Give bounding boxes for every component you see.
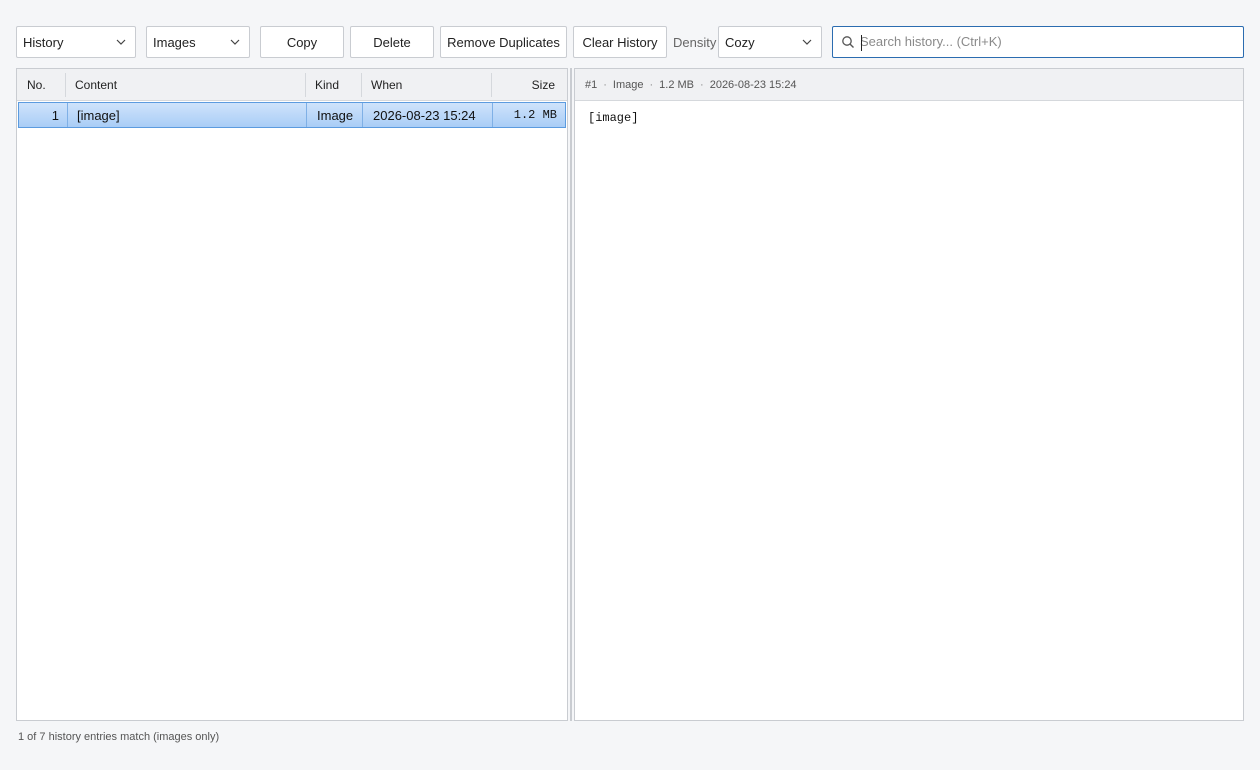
column-divider[interactable]: [65, 73, 66, 97]
column-divider[interactable]: [305, 73, 306, 97]
cell-kind: Image: [317, 107, 354, 123]
column-header-content[interactable]: Content: [75, 69, 117, 101]
separator-dot: ·: [700, 78, 704, 91]
search-icon: [842, 36, 854, 48]
density-select-value: Cozy: [725, 34, 755, 50]
column-header-no[interactable]: No.: [27, 69, 46, 101]
filter-select[interactable]: Images: [146, 26, 250, 58]
detail-kind: Image: [612, 78, 644, 91]
cell-divider: [67, 103, 68, 127]
detail-size: 1.2 MB: [659, 78, 695, 91]
chevron-down-icon: [116, 39, 126, 45]
clear-history-button[interactable]: Clear History: [573, 26, 667, 58]
separator-dot: ·: [649, 78, 654, 91]
source-select-value: History: [23, 34, 64, 50]
chevron-down-icon: [230, 39, 240, 45]
search-input[interactable]: Search history... (Ctrl+K): [832, 26, 1244, 58]
cell-when: 2026-08-23 15:24: [373, 107, 476, 123]
source-select[interactable]: History: [16, 26, 136, 58]
delete-button[interactable]: Delete: [350, 26, 434, 58]
density-select[interactable]: Cozy: [718, 26, 822, 58]
cell-divider: [492, 103, 493, 127]
column-header-size[interactable]: Size: [532, 69, 555, 101]
text-caret: [861, 35, 862, 51]
detail-when: 2026-08-23 15:24: [709, 78, 797, 91]
filter-select-value: Images: [153, 34, 196, 50]
cell-no: 1: [51, 107, 59, 123]
chevron-down-icon: [802, 39, 812, 45]
column-divider[interactable]: [361, 73, 362, 97]
status-bar-text: 1 of 7 history entries match (images onl…: [18, 731, 220, 743]
column-divider[interactable]: [491, 73, 492, 97]
column-header-when[interactable]: When: [371, 69, 402, 101]
detail-index: #1: [585, 78, 598, 91]
cell-divider: [362, 103, 363, 127]
copy-button[interactable]: Copy: [260, 26, 344, 58]
detail-header: #1 · Image · 1.2 MB · 2026-08-23 15:24: [575, 69, 1243, 101]
cell-content: [image]: [77, 107, 120, 123]
history-list[interactable]: No. Content Kind When Size 1 [image] Ima…: [16, 68, 568, 721]
density-label: Density: [673, 34, 717, 50]
cell-size: 1.2 MB: [513, 108, 557, 122]
list-header: No. Content Kind When Size: [17, 69, 567, 101]
cell-divider: [306, 103, 307, 127]
search-placeholder: Search history... (Ctrl+K): [860, 34, 1002, 49]
remove-duplicates-button[interactable]: Remove Duplicates: [440, 26, 567, 58]
detail-content[interactable]: [image]: [588, 111, 638, 125]
column-header-kind[interactable]: Kind: [315, 69, 339, 101]
detail-pane: #1 · Image · 1.2 MB · 2026-08-23 15:24 […: [574, 68, 1244, 721]
pane-splitter[interactable]: [570, 68, 572, 721]
separator-dot: ·: [603, 78, 607, 91]
table-row[interactable]: 1 [image] Image 2026-08-23 15:24 1.2 MB: [18, 102, 566, 128]
